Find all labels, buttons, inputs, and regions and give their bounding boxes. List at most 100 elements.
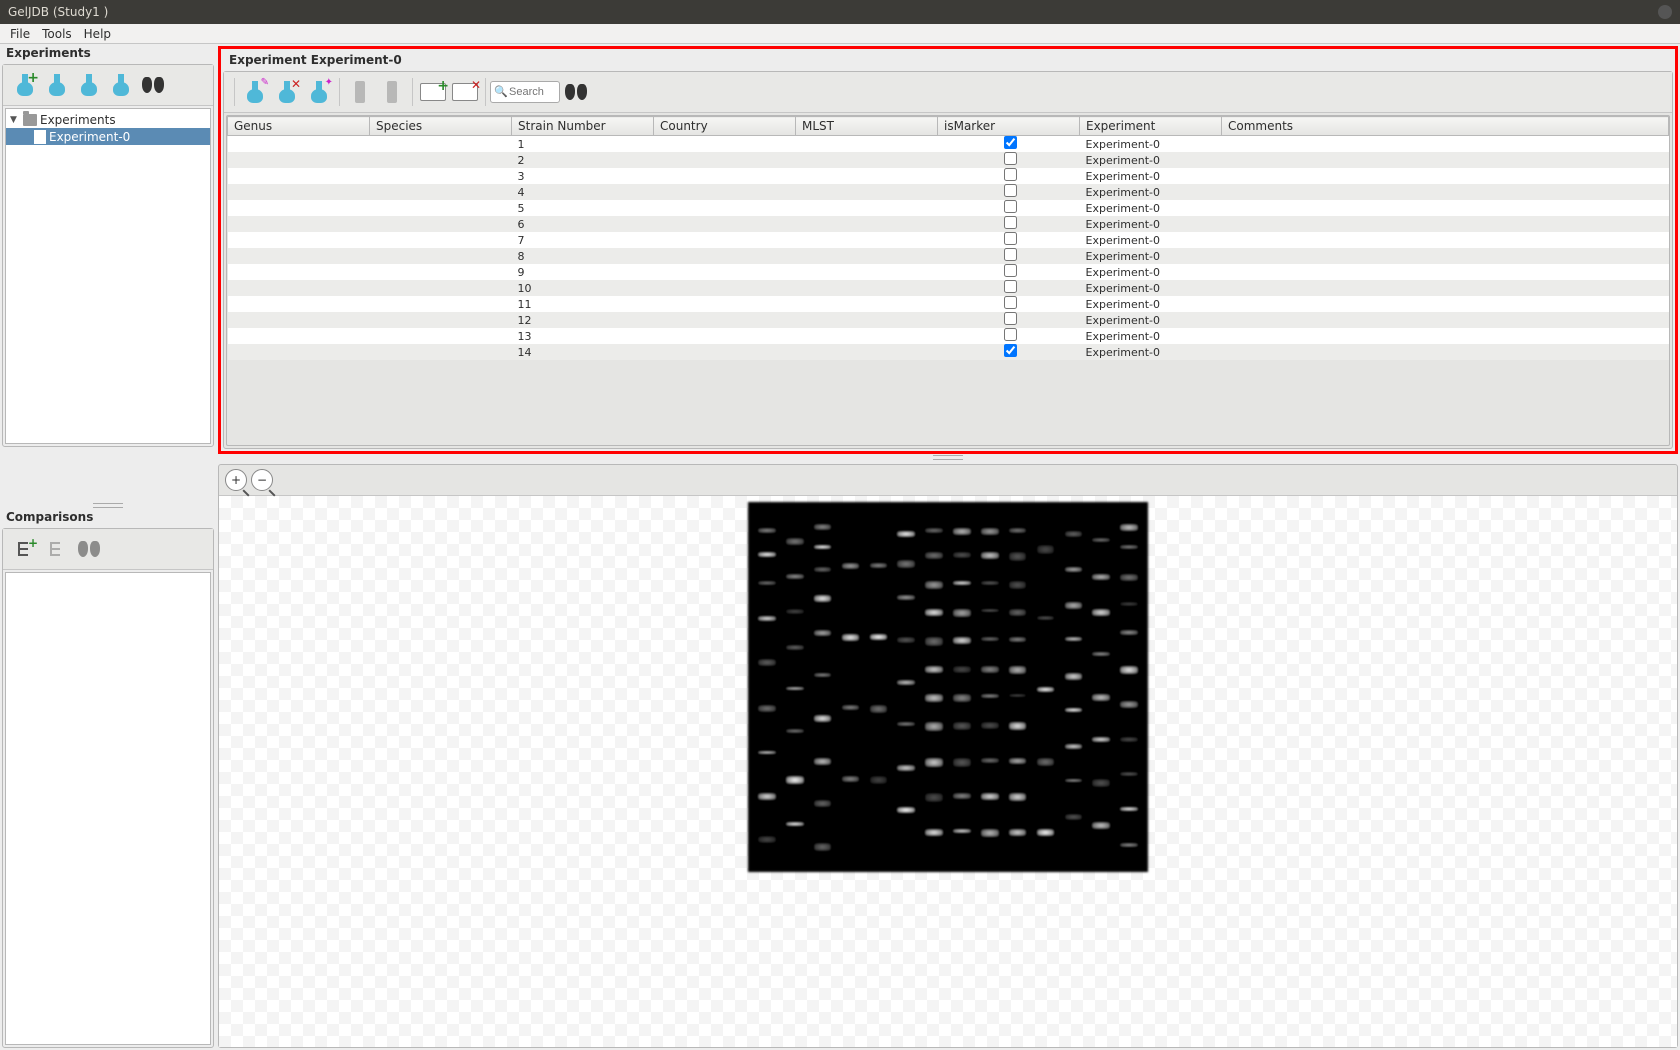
cell-species[interactable]: [370, 264, 512, 280]
cell-species[interactable]: [370, 296, 512, 312]
cell-genus[interactable]: [228, 200, 370, 216]
table-row[interactable]: 10 Experiment-0: [228, 280, 1669, 296]
cell-genus[interactable]: [228, 184, 370, 200]
marker-checkbox[interactable]: [1004, 184, 1017, 197]
right-splitter[interactable]: [218, 454, 1678, 460]
table-row[interactable]: 2 Experiment-0: [228, 152, 1669, 168]
cell-comments[interactable]: [1222, 232, 1669, 248]
cell-strain[interactable]: 13: [512, 328, 654, 344]
col-header-species[interactable]: Species: [370, 117, 512, 136]
cell-strain[interactable]: 7: [512, 232, 654, 248]
cell-country[interactable]: [654, 152, 796, 168]
new-experiment-button[interactable]: +: [9, 69, 41, 101]
cell-mlst[interactable]: [796, 184, 938, 200]
cell-country[interactable]: [654, 312, 796, 328]
left-splitter[interactable]: [0, 502, 216, 508]
cell-comments[interactable]: [1222, 184, 1669, 200]
cell-comments[interactable]: [1222, 280, 1669, 296]
experiments-tree[interactable]: ▼ Experiments Experiment-0: [5, 108, 211, 444]
zoom-in-button[interactable]: +: [225, 469, 247, 491]
cell-marker[interactable]: [938, 200, 1080, 216]
cell-marker[interactable]: [938, 152, 1080, 168]
cell-country[interactable]: [654, 328, 796, 344]
cell-genus[interactable]: [228, 232, 370, 248]
tree-root-experiments[interactable]: ▼ Experiments: [6, 111, 210, 128]
cell-experiment[interactable]: Experiment-0: [1080, 184, 1222, 200]
tree-item-experiment-0[interactable]: Experiment-0: [6, 128, 210, 145]
cell-genus[interactable]: [228, 328, 370, 344]
menu-help[interactable]: Help: [78, 25, 117, 43]
cell-species[interactable]: [370, 216, 512, 232]
cell-country[interactable]: [654, 232, 796, 248]
cell-mlst[interactable]: [796, 136, 938, 153]
marker-checkbox[interactable]: [1004, 344, 1017, 357]
col-header-experiment[interactable]: Experiment: [1080, 117, 1222, 136]
menu-file[interactable]: File: [4, 25, 36, 43]
cell-country[interactable]: [654, 184, 796, 200]
cell-species[interactable]: [370, 200, 512, 216]
cell-species[interactable]: [370, 280, 512, 296]
cell-marker[interactable]: [938, 136, 1080, 153]
cell-country[interactable]: [654, 344, 796, 360]
cell-comments[interactable]: [1222, 344, 1669, 360]
gel-image-area[interactable]: [219, 496, 1677, 1047]
cell-genus[interactable]: [228, 216, 370, 232]
cell-strain[interactable]: 10: [512, 280, 654, 296]
cell-species[interactable]: [370, 248, 512, 264]
cell-strain[interactable]: 4: [512, 184, 654, 200]
cell-genus[interactable]: [228, 136, 370, 153]
cell-genus[interactable]: [228, 248, 370, 264]
cell-experiment[interactable]: Experiment-0: [1080, 312, 1222, 328]
col-header-genus[interactable]: Genus: [228, 117, 370, 136]
comparison-action-2-button[interactable]: [41, 533, 73, 565]
cell-experiment[interactable]: Experiment-0: [1080, 280, 1222, 296]
cell-country[interactable]: [654, 216, 796, 232]
col-header-country[interactable]: Country: [654, 117, 796, 136]
marker-checkbox[interactable]: [1004, 136, 1017, 149]
cell-mlst[interactable]: [796, 328, 938, 344]
cell-country[interactable]: [654, 200, 796, 216]
cell-genus[interactable]: [228, 312, 370, 328]
cell-strain[interactable]: 3: [512, 168, 654, 184]
cell-comments[interactable]: [1222, 152, 1669, 168]
cell-species[interactable]: [370, 136, 512, 153]
cell-species[interactable]: [370, 312, 512, 328]
cell-genus[interactable]: [228, 280, 370, 296]
marker-checkbox[interactable]: [1004, 296, 1017, 309]
table-row[interactable]: 13 Experiment-0: [228, 328, 1669, 344]
cell-marker[interactable]: [938, 312, 1080, 328]
experiment-find-button[interactable]: [560, 76, 592, 108]
experiment-action-3-button[interactable]: [73, 69, 105, 101]
cell-mlst[interactable]: [796, 296, 938, 312]
cell-country[interactable]: [654, 136, 796, 153]
cell-comments[interactable]: [1222, 296, 1669, 312]
marker-checkbox[interactable]: [1004, 216, 1017, 229]
marker-checkbox[interactable]: [1004, 168, 1017, 181]
marker-checkbox[interactable]: [1004, 248, 1017, 261]
cell-marker[interactable]: [938, 280, 1080, 296]
cell-mlst[interactable]: [796, 152, 938, 168]
cell-country[interactable]: [654, 264, 796, 280]
experiment-grid[interactable]: Genus Species Strain Number Country MLST…: [226, 115, 1670, 446]
experiment-action-4-button[interactable]: [105, 69, 137, 101]
cell-comments[interactable]: [1222, 264, 1669, 280]
col-header-mlst[interactable]: MLST: [796, 117, 938, 136]
cell-species[interactable]: [370, 152, 512, 168]
marker-checkbox[interactable]: [1004, 264, 1017, 277]
new-comparison-button[interactable]: +: [9, 533, 41, 565]
edit-experiment-button[interactable]: ✎: [239, 76, 271, 108]
table-row[interactable]: 9 Experiment-0: [228, 264, 1669, 280]
cell-species[interactable]: [370, 328, 512, 344]
cell-experiment[interactable]: Experiment-0: [1080, 200, 1222, 216]
cell-comments[interactable]: [1222, 200, 1669, 216]
cell-country[interactable]: [654, 280, 796, 296]
cell-comments[interactable]: [1222, 168, 1669, 184]
cell-strain[interactable]: 11: [512, 296, 654, 312]
cell-strain[interactable]: 1: [512, 136, 654, 153]
table-row[interactable]: 1 Experiment-0: [228, 136, 1669, 153]
cell-experiment[interactable]: Experiment-0: [1080, 168, 1222, 184]
menu-tools[interactable]: Tools: [36, 25, 78, 43]
marker-checkbox[interactable]: [1004, 328, 1017, 341]
cell-experiment[interactable]: Experiment-0: [1080, 264, 1222, 280]
experiments-search-button[interactable]: [137, 69, 169, 101]
